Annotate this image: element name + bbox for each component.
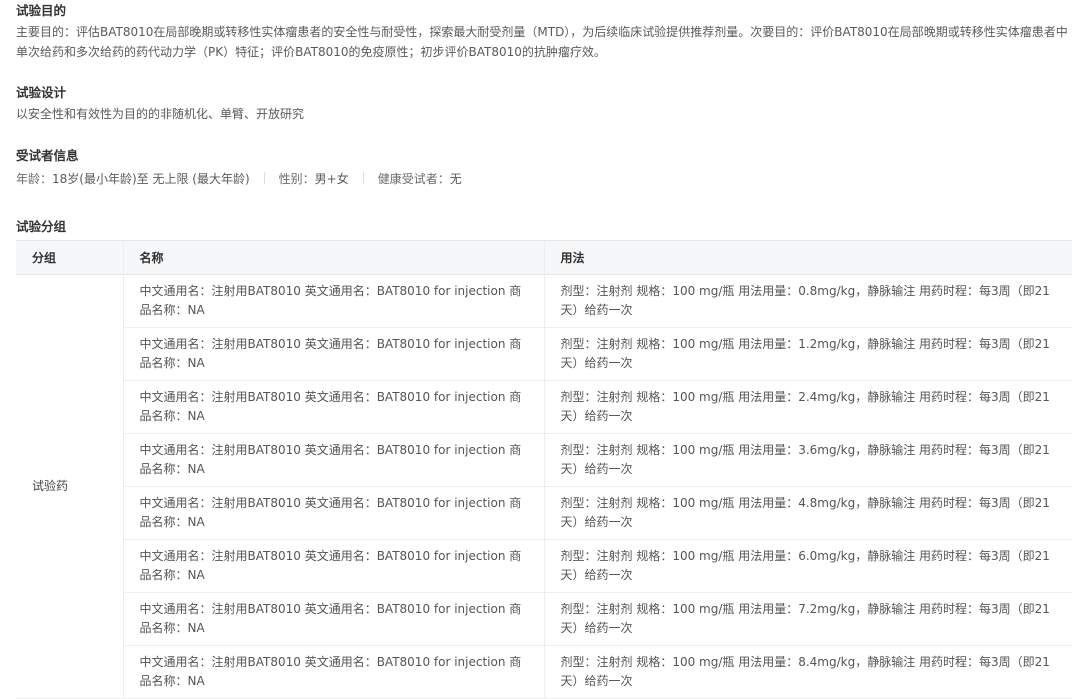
age-value: 18岁(最小年龄)至 无上限 (最大年龄) — [52, 171, 250, 186]
table-row: 试验药 中文通用名：注射用BAT8010 英文通用名：BAT8010 for i… — [16, 274, 1072, 699]
usage-cell: 剂型：注射剂 规格：100 mg/瓶 用法用量：2.4mg/kg，静脉输注 用药… — [543, 380, 1072, 434]
usage-cell: 剂型：注射剂 规格：100 mg/瓶 用法用量：4.8mg/kg，静脉输注 用药… — [543, 486, 1072, 540]
table-row: 中文通用名：注射用BAT8010 英文通用名：BAT8010 for injec… — [16, 645, 1072, 699]
drug-name-cell: 中文通用名：注射用BAT8010 英文通用名：BAT8010 for injec… — [122, 433, 544, 487]
healthy-label: 健康受试者： — [377, 171, 450, 186]
sex-info: 性别：男+女 — [279, 170, 349, 187]
healthy-info: 健康受试者：无 — [378, 170, 462, 187]
usage-cell: 剂型：注射剂 规格：100 mg/瓶 用法用量：8.4mg/kg，静脉输注 用药… — [543, 645, 1072, 699]
usage-cell: 剂型：注射剂 规格：100 mg/瓶 用法用量：0.8mg/kg，静脉输注 用药… — [543, 274, 1072, 328]
usage-cell: 剂型：注射剂 规格：100 mg/瓶 用法用量：1.2mg/kg，静脉输注 用药… — [543, 327, 1072, 381]
drug-name-cell: 中文通用名：注射用BAT8010 英文通用名：BAT8010 for injec… — [122, 592, 544, 646]
drug-name-cell: 中文通用名：注射用BAT8010 英文通用名：BAT8010 for injec… — [122, 274, 544, 328]
age-info: 年龄：18岁(最小年龄)至 无上限 (最大年龄) — [16, 170, 250, 187]
sex-label: 性别： — [278, 171, 315, 186]
usage-cell: 剂型：注射剂 规格：100 mg/瓶 用法用量：6.0mg/kg，静脉输注 用药… — [543, 539, 1072, 593]
table-row: 中文通用名：注射用BAT8010 英文通用名：BAT8010 for injec… — [16, 433, 1072, 487]
table-header-row: 分组 名称 用法 — [16, 240, 1072, 275]
age-label: 年龄： — [16, 171, 53, 186]
group-cell: 试验药 — [16, 274, 123, 699]
divider — [263, 172, 265, 184]
design-text: 以安全性和有效性为目的的非随机化、单臂、开放研究 — [16, 107, 305, 121]
header-name: 名称 — [122, 240, 544, 275]
usage-cell: 剂型：注射剂 规格：100 mg/瓶 用法用量：7.2mg/kg，静脉输注 用药… — [543, 592, 1072, 646]
arms-title: 试验分组 — [16, 219, 67, 234]
design-title: 试验设计 — [16, 85, 67, 100]
table-row: 中文通用名：注射用BAT8010 英文通用名：BAT8010 for injec… — [16, 592, 1072, 646]
objective-text: 主要目的：评估BAT8010在局部晚期或转移性实体瘤患者的安全性与耐受性，探索最… — [16, 25, 1068, 59]
drug-name-cell: 中文通用名：注射用BAT8010 英文通用名：BAT8010 for injec… — [122, 486, 544, 540]
subjects-title: 受试者信息 — [16, 148, 79, 163]
table-row: 中文通用名：注射用BAT8010 英文通用名：BAT8010 for injec… — [16, 327, 1072, 381]
usage-cell: 剂型：注射剂 规格：100 mg/瓶 用法用量：3.6mg/kg，静脉输注 用药… — [543, 433, 1072, 487]
sex-value: 男+女 — [314, 171, 349, 186]
drug-name-cell: 中文通用名：注射用BAT8010 英文通用名：BAT8010 for injec… — [122, 539, 544, 593]
objective-title: 试验目的 — [16, 3, 67, 18]
drug-name-cell: 中文通用名：注射用BAT8010 英文通用名：BAT8010 for injec… — [122, 327, 544, 381]
header-usage: 用法 — [543, 240, 1072, 275]
table-row: 中文通用名：注射用BAT8010 英文通用名：BAT8010 for injec… — [16, 539, 1072, 593]
table-row: 中文通用名：注射用BAT8010 英文通用名：BAT8010 for injec… — [16, 486, 1072, 540]
drug-name-cell: 中文通用名：注射用BAT8010 英文通用名：BAT8010 for injec… — [122, 645, 544, 699]
drug-name-cell: 中文通用名：注射用BAT8010 英文通用名：BAT8010 for injec… — [122, 380, 544, 434]
divider — [362, 172, 364, 184]
arms-table: 分组 名称 用法 试验药 中文通用名：注射用BAT8010 英文通用名：BAT8… — [16, 240, 1072, 699]
header-group: 分组 — [16, 240, 123, 275]
subjects-info: 年龄：18岁(最小年龄)至 无上限 (最大年龄) 性别：男+女 健康受试者：无 — [16, 168, 462, 188]
table-row: 中文通用名：注射用BAT8010 英文通用名：BAT8010 for injec… — [16, 380, 1072, 434]
healthy-value: 无 — [449, 171, 462, 186]
